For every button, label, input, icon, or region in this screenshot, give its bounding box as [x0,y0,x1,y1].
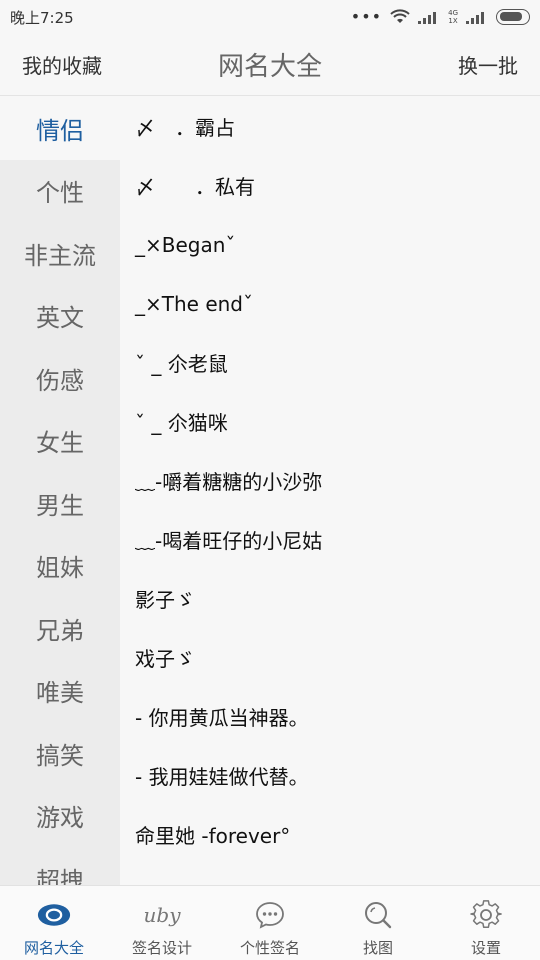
category-item-games[interactable]: 游戏 [0,785,120,848]
nav-label: 个性签名 [239,939,300,957]
list-item[interactable]: ﹏-喝着旺仔的小尼姑 [120,510,540,569]
list-item[interactable]: _×The endˇ [120,274,540,333]
signal-strength-icon-2 [466,12,484,24]
chat-bubble-icon [253,898,287,932]
nav-tab-signature-design[interactable]: uby 签名设计 [108,886,216,960]
app-header: 我的收藏 网名大全 换一批 [0,34,540,96]
status-icons: ••• 4G 1X [351,9,530,25]
list-item[interactable]: 〆 ．霸占 [120,97,540,156]
list-item[interactable]: 命里她 -forever° [120,805,540,864]
favorites-button[interactable]: 我的收藏 [22,50,102,79]
refresh-batch-button[interactable]: 换一批 [458,50,518,79]
nav-label: 签名设计 [131,939,192,957]
category-item-funny[interactable]: 搞笑 [0,722,120,785]
category-item-brothers[interactable]: 兄弟 [0,597,120,660]
signature-icon: uby [143,903,181,927]
category-item-aesthetic[interactable]: 唯美 [0,660,120,723]
nav-tab-settings[interactable]: 设置 [432,886,540,960]
list-item[interactable]: 〆 ．私有 [120,156,540,215]
category-item-sisters[interactable]: 姐妹 [0,535,120,598]
signal-strength-icon [418,12,437,24]
category-item-girls[interactable]: 女生 [0,410,120,473]
category-sidebar: 情侣 个性 非主流 英文 伤感 女生 男生 姐妹 兄弟 唯美 搞笑 游戏 超拽 [0,97,120,885]
nav-tab-nicknames[interactable]: 网名大全 [0,886,108,960]
gear-icon [469,898,503,932]
nav-tab-find-images[interactable]: 找图 [324,886,432,960]
nav-label: 找图 [362,939,393,957]
search-icon [361,898,395,932]
category-item-personality[interactable]: 个性 [0,160,120,223]
list-item[interactable]: 影子ゞ [120,569,540,628]
category-item-couple[interactable]: 情侣 [0,97,120,160]
nav-label: 网名大全 [23,939,84,957]
nav-label: 设置 [470,939,501,957]
eye-icon [37,898,71,932]
list-item[interactable]: ﹏-嚼着糖糖的小沙弥 [120,451,540,510]
list-item[interactable]: ˇ _ 尒老鼠 [120,333,540,392]
category-item-nonmainstream[interactable]: 非主流 [0,222,120,285]
category-item-english[interactable]: 英文 [0,285,120,348]
wifi-icon [390,9,410,23]
list-item[interactable]: _×Beganˇ [120,215,540,274]
list-item[interactable]: - 你用黄瓜当神器。 [120,687,540,746]
list-item[interactable]: - 我用娃娃做代替。 [120,746,540,805]
battery-icon [496,9,530,25]
status-bar: 晚上7:25 ••• 4G 1X [0,0,540,34]
nickname-list: 〆 ．霸占 〆 ．私有 _×Beganˇ _×The endˇ ˇ _ 尒老鼠 … [120,97,540,885]
nav-tab-personal-signature[interactable]: 个性签名 [216,886,324,960]
bottom-nav: 网名大全 uby 签名设计 个性签名 找图 设置 [0,885,540,960]
list-item[interactable]: ˇ _ 尒猫咪 [120,392,540,451]
more-dots-icon: ••• [350,7,383,26]
category-item-boys[interactable]: 男生 [0,472,120,535]
status-time: 晚上7:25 [10,8,74,27]
category-item-sad[interactable]: 伤感 [0,347,120,410]
category-item-cool[interactable]: 超拽 [0,847,120,885]
list-item[interactable]: 戏子ゞ [120,628,540,687]
network-type: 4G 1X [448,9,458,25]
